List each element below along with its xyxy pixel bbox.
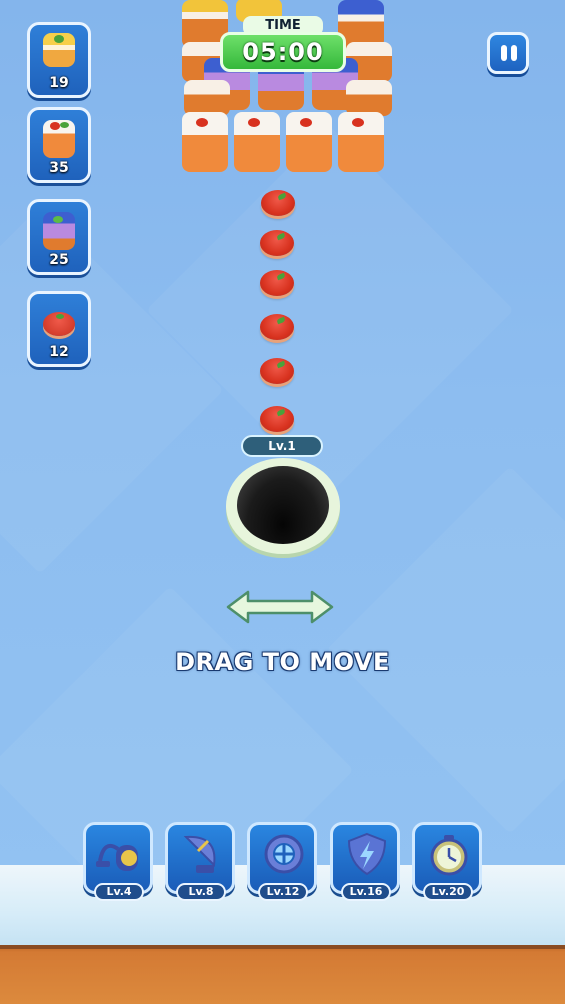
magnet-scope-icon — [264, 834, 304, 874]
goal-blueberry-cake: 25 — [27, 199, 91, 275]
tomato-slice — [260, 230, 294, 256]
goal-count: 19 — [49, 75, 69, 91]
booster-vacuum[interactable]: Lv.4 — [83, 822, 153, 901]
tomato-slice — [260, 314, 294, 340]
goal-count: 35 — [49, 160, 69, 176]
ground-dirt — [0, 945, 565, 1004]
booster-level: Lv.20 — [423, 883, 473, 901]
pause-button[interactable] — [487, 32, 529, 74]
drag-hint-text: DRAG TO MOVE — [175, 648, 390, 676]
goal-tomato-slice: 12 — [27, 291, 91, 367]
satellite-dish-icon — [183, 835, 216, 873]
goal-cherry-cake: 35 — [27, 107, 91, 183]
booster-magnet[interactable]: Lv.12 — [247, 822, 317, 901]
drag-arrow-icon — [226, 590, 334, 624]
booster-level: Lv.4 — [94, 883, 144, 901]
shield-icon — [347, 832, 387, 876]
tomato-slice — [261, 190, 295, 216]
bg-tile — [146, 126, 514, 494]
booster-shield[interactable]: Lv.16 — [330, 822, 400, 901]
tomato-slice — [260, 406, 294, 432]
booster-level: Lv.12 — [258, 883, 308, 901]
hole[interactable] — [237, 466, 329, 544]
booster-stopwatch[interactable]: Lv.20 — [412, 822, 482, 901]
hole-level-badge: Lv.1 — [241, 435, 323, 457]
tomato-slice — [260, 270, 294, 296]
timer-value: 05:00 — [220, 32, 346, 72]
vacuum-icon — [96, 844, 138, 871]
tomato-slice — [260, 358, 294, 384]
goal-lemon-cake: 19 — [27, 22, 91, 98]
booster-level: Lv.8 — [176, 883, 226, 901]
goal-count: 25 — [49, 252, 69, 268]
booster-level: Lv.16 — [341, 883, 391, 901]
stopwatch-icon — [430, 835, 468, 876]
goal-count: 12 — [49, 344, 69, 360]
booster-satellite[interactable]: Lv.8 — [165, 822, 235, 901]
